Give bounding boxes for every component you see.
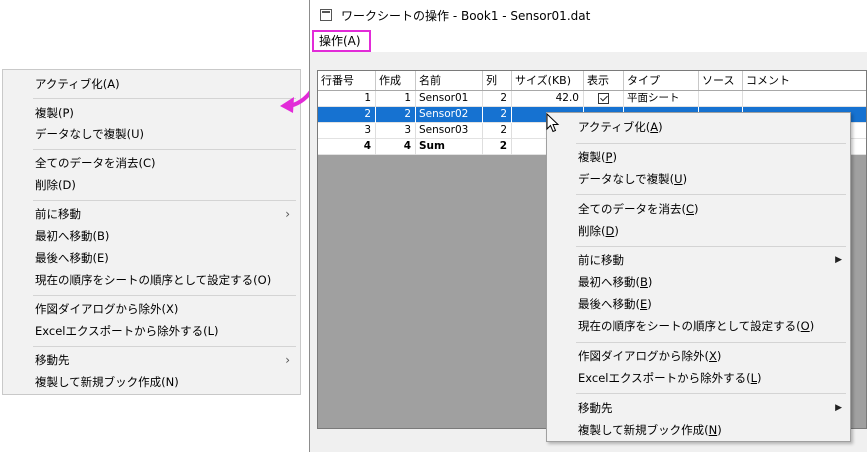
menu-item-exclude-excel[interactable]: Excelエクスポートから除外する(L) <box>3 320 300 342</box>
menu-item-activate[interactable]: アクティブ化(A) <box>3 73 300 95</box>
menu-item-move-to[interactable]: 移動先 › <box>3 349 300 371</box>
title-bar: ワークシートの操作 - Book1 - Sensor01.dat <box>310 0 867 30</box>
cell-comment <box>743 91 867 107</box>
context-menu: アクティブ化(A) 複製(P) データなしで複製(U) 全てのデータを消去(C)… <box>546 112 851 442</box>
cell-created: 3 <box>376 123 416 139</box>
menu-item-clear-all[interactable]: 全てのデータを消去(C) <box>3 152 300 174</box>
menu-item-label: 最初へ移動(B) <box>35 229 110 243</box>
cell-row-number: 4 <box>318 139 376 155</box>
menu-item-clear-all[interactable]: 全てのデータを消去(C) <box>547 198 850 220</box>
menu-item-duplicate-new-book[interactable]: 複製して新規ブック作成(N) <box>547 419 850 441</box>
mouse-pointer-icon <box>546 113 560 133</box>
grid-header: 行番号 作成 名前 列 サイズ(KB) 表示 タイプ ソース コメント <box>318 71 866 91</box>
menu-item-label: 移動先 <box>35 353 70 367</box>
col-header-type[interactable]: タイプ <box>624 71 699 90</box>
menu-item-label: 最後へ移動(E) <box>35 251 109 265</box>
menu-item-delete[interactable]: 削除(D) <box>3 174 300 196</box>
cell-created: 2 <box>376 107 416 123</box>
cell-created: 1 <box>376 91 416 107</box>
menu-item-duplicate-no-data[interactable]: データなしで複製(U) <box>3 123 300 145</box>
menu-item-label: 削除(D) <box>35 178 76 192</box>
col-header-source[interactable]: ソース <box>699 71 743 90</box>
cell-source <box>699 91 743 107</box>
cell-type: 平面シート <box>624 91 699 107</box>
menu-item-activate[interactable]: アクティブ化(A) <box>547 116 850 138</box>
window-title: ワークシートの操作 - Book1 - Sensor01.dat <box>341 9 591 23</box>
cell-row-number: 1 <box>318 91 376 107</box>
cell-name: Sensor02 <box>416 107 483 123</box>
col-header-visible[interactable]: 表示 <box>584 71 624 90</box>
menu-item-label: Excelエクスポートから除外する(L) <box>35 324 219 338</box>
menu-item-set-order[interactable]: 現在の順序をシートの順序として設定する(O) <box>547 315 850 337</box>
menu-item-delete[interactable]: 削除(D) <box>547 220 850 242</box>
menu-item-label: 複製(P) <box>35 106 74 120</box>
menu-separator <box>33 295 296 296</box>
visible-checkbox[interactable] <box>598 93 609 104</box>
menu-item-duplicate-no-data[interactable]: データなしで複製(U) <box>547 168 850 190</box>
menu-separator <box>33 98 296 99</box>
menu-item-move-first[interactable]: 最初へ移動(B) <box>547 271 850 293</box>
col-header-row-number[interactable]: 行番号 <box>318 71 376 90</box>
menu-item-exclude-plot[interactable]: 作図ダイアログから除外(X) <box>3 298 300 320</box>
menu-item-move-last[interactable]: 最後へ移動(E) <box>3 247 300 269</box>
menu-item-label: 前に移動 <box>35 207 81 221</box>
menu-operation[interactable]: 操作(A) <box>312 30 371 52</box>
menu-item-move-to[interactable]: 移動先 ▶ <box>547 397 850 419</box>
menu-separator <box>33 149 296 150</box>
col-header-comment[interactable]: コメント <box>743 71 867 90</box>
menu-item-label: 全てのデータを消去(C) <box>35 156 156 170</box>
chevron-right-icon: › <box>285 353 290 367</box>
menu-separator <box>576 393 846 394</box>
cell-size: 42.0 <box>512 91 584 107</box>
col-header-created[interactable]: 作成 <box>376 71 416 90</box>
menu-separator <box>576 246 846 247</box>
cell-name: Sensor01 <box>416 91 483 107</box>
menu-separator <box>576 143 846 144</box>
cell-columns: 2 <box>483 107 512 123</box>
col-header-name[interactable]: 名前 <box>416 71 483 90</box>
cell-row-number: 2 <box>318 107 376 123</box>
cell-created: 4 <box>376 139 416 155</box>
menu-item-duplicate-new-book[interactable]: 複製して新規ブック作成(N) <box>3 371 300 393</box>
menu-separator <box>576 194 846 195</box>
submenu-arrow-icon: ▶ <box>835 255 842 265</box>
menu-item-move-first[interactable]: 最初へ移動(B) <box>3 225 300 247</box>
menu-item-move-forward[interactable]: 前に移動 › <box>3 203 300 225</box>
menu-item-label: 現在の順序をシートの順序として設定する(O) <box>35 273 272 287</box>
menu-item-duplicate[interactable]: 複製(P) <box>3 102 300 124</box>
menu-separator <box>33 346 296 347</box>
menu-item-exclude-plot[interactable]: 作図ダイアログから除外(X) <box>547 345 850 367</box>
menu-item-exclude-excel[interactable]: Excelエクスポートから除外する(L) <box>547 367 850 389</box>
cell-columns: 2 <box>483 139 512 155</box>
cell-visible <box>584 91 624 107</box>
cell-columns: 2 <box>483 91 512 107</box>
menu-item-label: データなしで複製(U) <box>35 127 145 141</box>
window-icon <box>320 9 332 21</box>
menu-item-label: アクティブ化(A) <box>35 77 120 91</box>
menu-item-move-forward[interactable]: 前に移動 ▶ <box>547 249 850 271</box>
cell-columns: 2 <box>483 123 512 139</box>
menu-item-set-order[interactable]: 現在の順序をシートの順序として設定する(O) <box>3 269 300 291</box>
cell-row-number: 3 <box>318 123 376 139</box>
menu-item-move-last[interactable]: 最後へ移動(E) <box>547 293 850 315</box>
enlarged-context-menu: アクティブ化(A) 複製(P) データなしで複製(U) 全てのデータを消去(C)… <box>2 69 301 395</box>
menu-separator <box>576 342 846 343</box>
cell-name: Sum <box>416 139 483 155</box>
menu-bar: 操作(A) <box>310 30 867 52</box>
menu-separator <box>33 200 296 201</box>
menu-item-duplicate[interactable]: 複製(P) <box>547 146 850 168</box>
col-header-columns[interactable]: 列 <box>483 71 512 90</box>
chevron-right-icon: › <box>285 207 290 221</box>
menu-item-label: 作図ダイアログから除外(X) <box>35 302 179 316</box>
submenu-arrow-icon: ▶ <box>835 403 842 413</box>
col-header-size[interactable]: サイズ(KB) <box>512 71 584 90</box>
table-row[interactable]: 1 1 Sensor01 2 42.0 平面シート <box>318 91 866 107</box>
cell-name: Sensor03 <box>416 123 483 139</box>
menu-item-label: 複製して新規ブック作成(N) <box>35 375 179 389</box>
